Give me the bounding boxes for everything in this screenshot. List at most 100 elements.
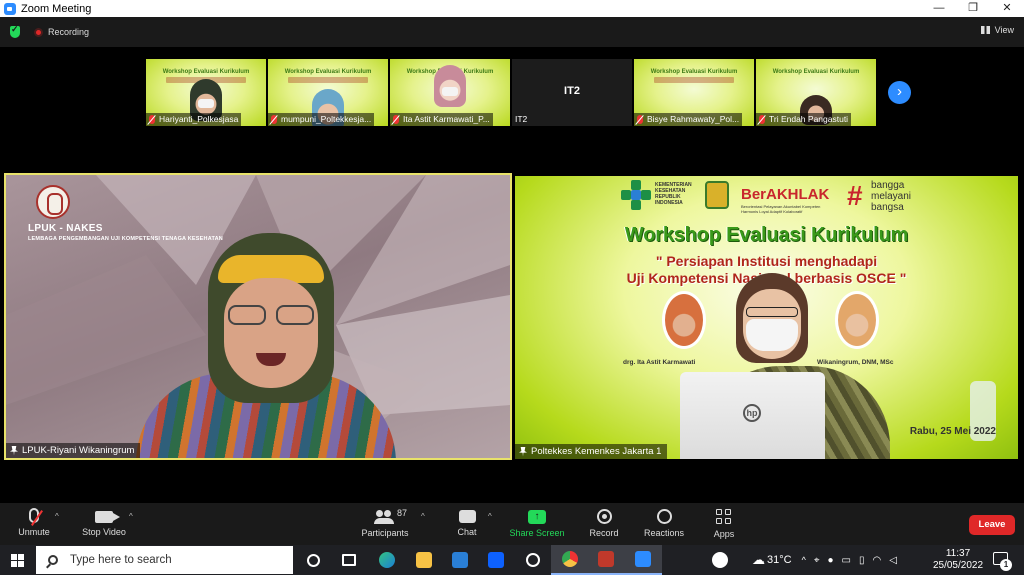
participant-name: Tri Endah Pangastuti: [769, 114, 849, 124]
participant-name: Hariyanti_Polkesjasa: [159, 114, 239, 124]
cortana-icon[interactable]: [294, 545, 332, 575]
clock-date: 25/05/2022: [932, 560, 984, 571]
app-icon[interactable]: [587, 545, 625, 575]
apps-button[interactable]: Apps: [710, 508, 738, 539]
app-tray-icon[interactable]: [712, 552, 728, 568]
shield-check-icon[interactable]: [10, 24, 20, 38]
event-date: Rabu, 25 Mei 2022: [909, 426, 996, 437]
recording-indicator[interactable]: Recording: [34, 27, 89, 37]
view-label: View: [994, 25, 1014, 35]
chat-button[interactable]: Chat: [452, 508, 482, 537]
taskbar-clock[interactable]: 11:37 25/05/2022: [930, 548, 986, 572]
record-button[interactable]: Record: [586, 508, 622, 538]
participant-thumbnail[interactable]: Workshop Evaluasi Kurikulum Bisye Rahmaw…: [634, 59, 754, 126]
mail-icon[interactable]: [441, 545, 479, 575]
berakhlak-subtitle: Berorientasi Pelayanan Akuntabel Kompete…: [741, 204, 821, 214]
windows-taskbar: Type here to search ☁ 31°C ^ ⌖ ● ▭ ▯ ◠ ◁…: [0, 545, 1024, 575]
chat-label: Chat: [457, 527, 477, 537]
bangga-hash: #: [847, 180, 863, 211]
workshop-title: Workshop Evaluasi Kurikulum: [624, 224, 909, 246]
presenter-glasses: [746, 307, 798, 317]
speaker-caption: drg. Ita Astit Karmawati: [623, 359, 696, 366]
share-screen-label: Share Screen: [509, 528, 565, 538]
garuda-emblem-icon: [705, 181, 729, 209]
windows-start-icon[interactable]: [11, 554, 24, 567]
unmute-label: Unmute: [18, 527, 50, 537]
clock-time: 11:37: [945, 548, 971, 559]
participant-thumbnail[interactable]: Workshop Evaluasi Kurikulum mumpuni_Polt…: [268, 59, 388, 126]
task-view-icon[interactable]: [330, 545, 368, 575]
bangga-line: bangsa: [871, 202, 904, 213]
grid-view-icon: [980, 26, 990, 34]
maximize-button[interactable]: ❐: [956, 0, 990, 17]
participants-button[interactable]: 87 Participants: [358, 508, 412, 538]
edge-browser-icon[interactable]: [368, 545, 406, 575]
weather-temperature[interactable]: 31°C: [767, 554, 792, 566]
participant-video: [434, 65, 466, 107]
participant-name: Ita Astit Karmawati_P...: [403, 114, 490, 124]
unmute-button[interactable]: Unmute: [14, 508, 54, 537]
berakhlak-logo: BerAKHLAK: [741, 186, 830, 203]
participant-name-tag: Ita Astit Karmawati_P...: [390, 113, 493, 126]
microphone-muted-icon: [29, 508, 39, 523]
participant-name: mumpuni_Poltekkesja...: [281, 114, 372, 124]
app-icon[interactable]: [514, 545, 552, 575]
hp-logo-icon: hp: [743, 404, 761, 422]
participant-name-tag: IT2: [512, 113, 530, 126]
chrome-browser-icon[interactable]: [551, 545, 589, 575]
stop-video-button[interactable]: Stop Video: [78, 508, 130, 537]
leave-button[interactable]: Leave: [969, 515, 1015, 535]
participants-label: Participants: [361, 528, 409, 538]
microphone-icon[interactable]: ●: [827, 555, 833, 566]
next-page-chevron-icon[interactable]: ›: [888, 81, 911, 104]
slide-title: Workshop Evaluasi Kurikulum: [650, 69, 738, 75]
reactions-label: Reactions: [643, 528, 685, 538]
taskbar-search-box[interactable]: Type here to search: [36, 546, 293, 574]
weather-cloud-icon[interactable]: ☁: [752, 552, 765, 568]
minimize-button[interactable]: —: [922, 0, 956, 17]
wifi-icon[interactable]: ◠: [872, 555, 881, 566]
presenter-video-tile[interactable]: KEMENTERIAN KESEHATAN REPUBLIK INDONESIA…: [515, 176, 1018, 459]
file-explorer-icon[interactable]: [405, 545, 443, 575]
volume-icon[interactable]: ◁: [889, 555, 897, 566]
participants-options-chevron-icon[interactable]: ^: [421, 512, 425, 521]
slide-title: Workshop Evaluasi Kurikulum: [162, 69, 250, 75]
mic-muted-icon: [393, 115, 399, 124]
participant-center-name: IT2: [564, 85, 580, 97]
apps-label: Apps: [713, 529, 735, 539]
bangga-line: bangga: [871, 180, 905, 191]
chat-options-chevron-icon[interactable]: ^: [488, 512, 492, 521]
mic-muted-icon: [759, 115, 765, 124]
view-button[interactable]: View: [980, 25, 1014, 35]
bangga-melayani-bangsa: bangga melayani bangsa: [871, 180, 911, 213]
location-icon[interactable]: ⌖: [814, 555, 820, 566]
dropbox-icon[interactable]: [477, 545, 515, 575]
tray-overflow-chevron-icon[interactable]: ^: [802, 555, 806, 565]
zoom-taskbar-icon[interactable]: [624, 545, 662, 575]
speaker-face: [224, 278, 318, 388]
participant-name: Poltekkes Kemenkes Jakarta 1: [531, 446, 662, 457]
participant-name-tag: Poltekkes Kemenkes Jakarta 1: [515, 444, 668, 459]
participant-thumbnail[interactable]: Workshop Evaluasi Kurikulum Ita Astit Ka…: [390, 59, 510, 126]
audio-options-chevron-icon[interactable]: ^: [55, 512, 59, 521]
slide-header: KEMENTERIAN KESEHATAN REPUBLIK INDONESIA…: [615, 178, 935, 218]
notification-badge: 1: [1000, 559, 1012, 571]
workshop-subtitle-line1: " Persiapan Institusi menghadapi: [655, 253, 878, 269]
close-button[interactable]: ✕: [990, 0, 1024, 17]
display-icon[interactable]: ▭: [842, 555, 851, 566]
slide-title: Workshop Evaluasi Kurikulum: [772, 69, 860, 75]
record-label: Record: [589, 528, 619, 538]
video-options-chevron-icon[interactable]: ^: [129, 512, 133, 521]
active-speaker-video-tile[interactable]: LPUK - NAKES LEMBAGA PENGEMBANGAN UJI KO…: [4, 173, 512, 460]
participant-thumbnail[interactable]: IT2 IT2: [512, 59, 632, 126]
share-screen-button[interactable]: ↑ Share Screen: [508, 508, 566, 538]
share-screen-arrow-icon: ↑: [528, 510, 546, 524]
participant-thumbnail[interactable]: Workshop Evaluasi Kurikulum Tri Endah Pa…: [756, 59, 876, 126]
window-title: Zoom Meeting: [21, 2, 92, 15]
reactions-button[interactable]: Reactions: [642, 508, 686, 538]
meeting-toolbar: Unmute ^ Stop Video ^ 87 Participants ^ …: [0, 503, 1024, 545]
participant-name: IT2: [515, 114, 528, 124]
participant-thumbnail[interactable]: Workshop Evaluasi Kurikulum Hariyanti_Po…: [146, 59, 266, 126]
battery-icon[interactable]: ▯: [859, 555, 865, 566]
system-tray: ☁ 31°C ^ ⌖ ● ▭ ▯ ◠ ◁: [712, 545, 897, 575]
